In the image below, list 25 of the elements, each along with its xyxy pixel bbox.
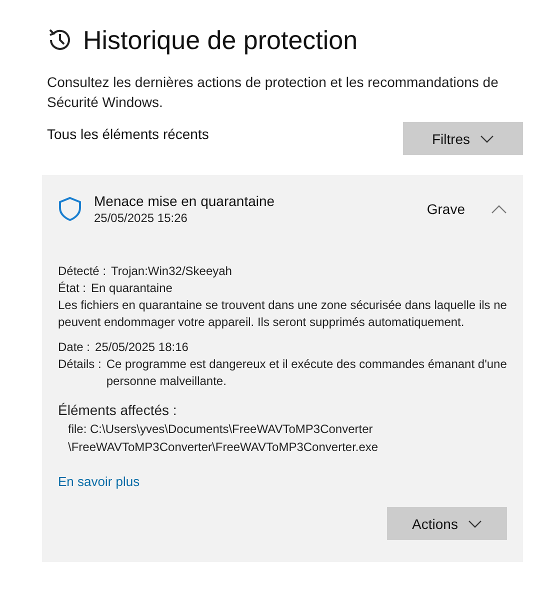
actions-button[interactable]: Actions — [387, 507, 507, 540]
field-value: Ce programme est dangereux et il exécute des commandes émanant d'une personne malveillante. — [106, 356, 507, 390]
history-icon — [47, 27, 73, 53]
field-value: 25/05/2025 18:16 — [95, 339, 188, 356]
learn-more-link[interactable]: En savoir plus — [58, 474, 140, 489]
page-title: Historique de protection — [83, 24, 358, 56]
severity-label: Grave — [426, 201, 465, 217]
filters-button[interactable]: Filtres — [403, 122, 523, 155]
affected-heading: Éléments affectés : — [58, 401, 178, 420]
chevron-down-icon — [468, 520, 482, 528]
field-value: Trojan:Win32/Skeeyah — [111, 263, 232, 280]
threat-title: Menace mise en quarantaine — [94, 193, 276, 209]
shield-icon — [58, 196, 82, 222]
field-value: En quarantaine — [91, 280, 172, 297]
field-label: Détecté : — [58, 263, 106, 280]
field-label: Date : — [58, 339, 90, 356]
chevron-up-icon[interactable] — [491, 204, 507, 214]
page-description: Consultez les dernières actions de protection et les recommandations de Sécurité Windows. — [47, 73, 500, 112]
quarantine-note: Les fichiers en quarantaine se trouvent dans une zone sécurisée dans laquelle ils ne peuvent endommager votre appareil. Ils seront supprimés automatiquement. — [58, 297, 508, 331]
chevron-down-icon — [480, 134, 494, 142]
list-label: Tous les éléments récents — [47, 126, 209, 142]
field-label: État : — [58, 280, 86, 297]
file-path: file: C:\Users\yves\Documents\FreeWAVToMP3Converter \FreeWAVToMP3Converter\FreeWAVToMP3Converter.exe — [68, 421, 380, 456]
field-label: Détails : — [58, 356, 102, 373]
threat-timestamp: 25/05/2025 15:26 — [94, 211, 188, 225]
